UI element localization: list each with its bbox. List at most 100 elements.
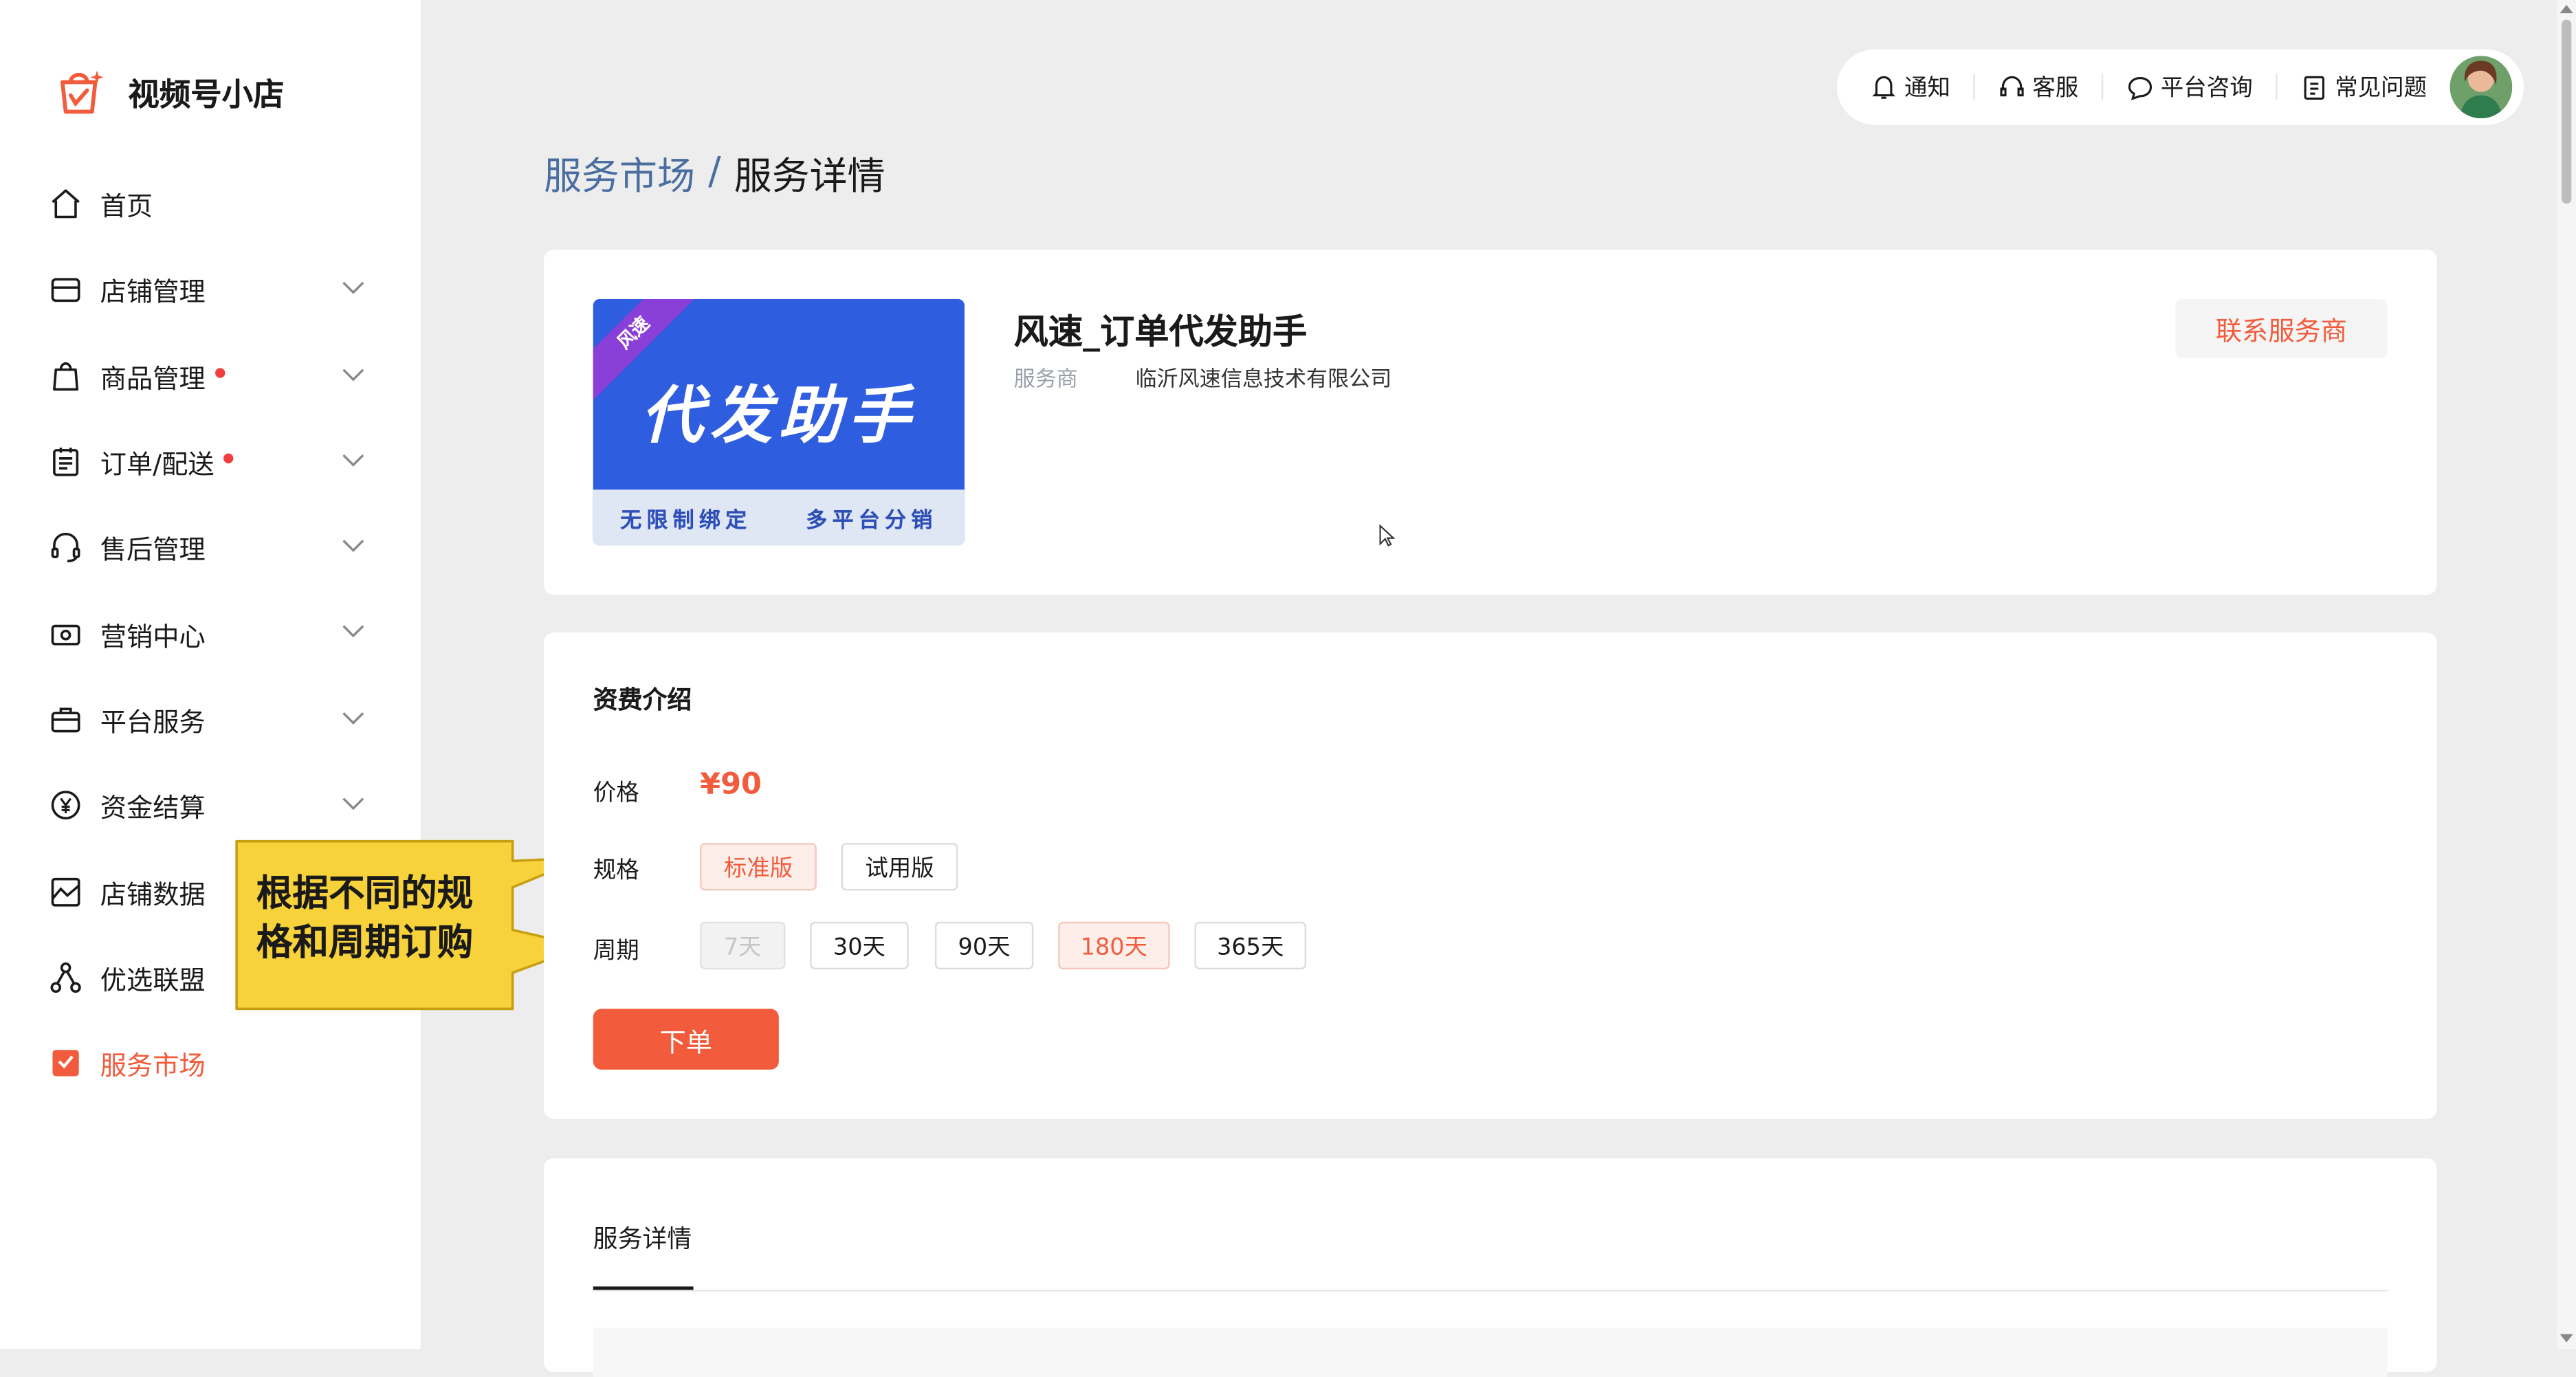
tab-active-indicator bbox=[593, 1286, 694, 1290]
top-toolbar: 通知 客服 平台咨询 常见问题 bbox=[1837, 49, 2524, 125]
section-title: 资费介绍 bbox=[593, 685, 692, 715]
headset-icon bbox=[2000, 75, 2024, 96]
scrollbar-thumb[interactable] bbox=[2562, 19, 2572, 204]
banner-sub-right: 多平台分销 bbox=[806, 508, 938, 533]
sidebar-item-aftersales[interactable]: 售后管理 bbox=[0, 505, 421, 591]
sidebar-item-label: 营销中心 bbox=[100, 620, 206, 652]
store-icon bbox=[49, 274, 82, 307]
sidebar-item-label: 店铺数据 bbox=[100, 878, 206, 910]
tab-divider bbox=[593, 1290, 2388, 1292]
notification-dot bbox=[215, 367, 225, 378]
sidebar-item-label: 店铺管理 bbox=[100, 276, 206, 308]
notification-dot bbox=[224, 453, 234, 464]
chevron-down-icon bbox=[342, 797, 364, 811]
sidebar-item-platform-services[interactable]: 平台服务 bbox=[0, 676, 421, 762]
chevron-down-icon bbox=[342, 368, 364, 381]
shop-logo-icon bbox=[60, 70, 104, 114]
sidebar-item-products[interactable]: 商品管理 bbox=[0, 333, 421, 419]
sidebar-item-home[interactable]: 首页 bbox=[0, 161, 421, 247]
sidebar-item-settlement[interactable]: 资金结算 bbox=[0, 762, 421, 848]
user-avatar-icon bbox=[2450, 56, 2513, 119]
network-icon bbox=[49, 961, 82, 994]
sidebar-item-orders[interactable]: 订单/配送 bbox=[0, 419, 421, 505]
sidebar: 视频号小店 首页 店铺管理 商品管理 订单/配送 售后管理 营销中心 平台服务 … bbox=[0, 0, 421, 1350]
breadcrumb-link[interactable]: 服务市场 bbox=[544, 144, 695, 200]
banner-sub-left: 无限制绑定 bbox=[620, 508, 752, 533]
sidebar-item-label: 资金结算 bbox=[100, 792, 206, 824]
avatar[interactable] bbox=[2450, 56, 2513, 119]
provider-label: 服务商 bbox=[1013, 368, 1078, 393]
pricing-card: 资费介绍 价格 ¥90 规格 标准版 试用版 周期 7天 30天 90天 180… bbox=[544, 632, 2437, 1119]
sidebar-item-label: 订单/配送 bbox=[100, 448, 214, 480]
sidebar-item-label: 平台服务 bbox=[100, 706, 206, 738]
period-option-90d[interactable]: 90天 bbox=[934, 921, 1034, 970]
spec-option-standard[interactable]: 标准版 bbox=[700, 843, 817, 891]
yuan-icon bbox=[49, 789, 82, 822]
scroll-down-arrow-icon[interactable] bbox=[2560, 1334, 2573, 1343]
tab-service-details[interactable]: 服务详情 bbox=[593, 1221, 692, 1255]
divider bbox=[1973, 74, 1975, 100]
details-card: 服务详情 bbox=[544, 1158, 2437, 1377]
service-title: 风速_订单代发助手 bbox=[1013, 312, 1308, 352]
spec-label: 规格 bbox=[593, 857, 639, 884]
chevron-down-icon bbox=[342, 626, 364, 639]
order-button[interactable]: 下单 bbox=[593, 1009, 779, 1070]
details-content bbox=[593, 1328, 2388, 1377]
banner-subtitle: 无限制绑定 多平台分销 bbox=[593, 489, 965, 546]
chat-bubble-icon bbox=[2128, 76, 2153, 100]
brand[interactable]: 视频号小店 bbox=[52, 66, 285, 118]
bell-icon bbox=[1872, 75, 1896, 98]
service-header-card: 风速 代发助手 无限制绑定 多平台分销 风速_订单代发助手 服务商 临沂风速信息… bbox=[544, 250, 2437, 595]
order-list-icon bbox=[49, 445, 82, 478]
period-label: 周期 bbox=[593, 938, 639, 965]
provider-name: 临沂风速信息技术有限公司 bbox=[1135, 368, 1392, 393]
sidebar-item-label: 首页 bbox=[100, 190, 153, 222]
banner-title: 代发助手 bbox=[641, 379, 917, 452]
sidebar-item-label: 售后管理 bbox=[100, 534, 206, 566]
brand-name: 视频号小店 bbox=[128, 76, 285, 113]
mouse-cursor-icon bbox=[1379, 524, 1396, 547]
chevron-down-icon bbox=[342, 454, 364, 467]
period-option-365d[interactable]: 365天 bbox=[1194, 921, 1307, 970]
shopping-bag-icon bbox=[49, 360, 82, 393]
sidebar-item-store[interactable]: 店铺管理 bbox=[0, 247, 421, 333]
faq-button[interactable]: 常见问题 bbox=[2300, 71, 2427, 104]
customer-service-button[interactable]: 客服 bbox=[1998, 71, 2078, 104]
document-icon bbox=[2304, 75, 2325, 99]
scroll-up-arrow-icon[interactable] bbox=[2560, 5, 2573, 14]
home-icon bbox=[49, 188, 82, 221]
sidebar-item-label: 服务市场 bbox=[100, 1050, 206, 1081]
chevron-down-icon bbox=[342, 712, 364, 725]
service-banner: 风速 代发助手 无限制绑定 多平台分销 bbox=[593, 298, 965, 546]
period-option-180d[interactable]: 180天 bbox=[1058, 921, 1170, 970]
sidebar-item-label: 商品管理 bbox=[100, 362, 206, 394]
page-title: 服务详情 bbox=[734, 156, 885, 199]
chevron-down-icon bbox=[342, 540, 364, 553]
sidebar-item-marketing[interactable]: 营销中心 bbox=[0, 591, 421, 676]
sidebar-item-label: 优选联盟 bbox=[100, 964, 206, 995]
divider bbox=[2276, 74, 2278, 100]
callout-annotation: 根据不同的规格和周期订购 bbox=[233, 838, 586, 1012]
headset-icon bbox=[49, 531, 82, 564]
platform-consult-label: 平台咨询 bbox=[2160, 75, 2253, 102]
puzzle-icon bbox=[49, 1047, 82, 1080]
callout-text: 根据不同的规格和周期订购 bbox=[256, 874, 474, 965]
faq-label: 常见问题 bbox=[2335, 75, 2428, 102]
briefcase-icon bbox=[49, 703, 82, 736]
breadcrumb-separator: / bbox=[708, 151, 721, 195]
customer-service-label: 客服 bbox=[2032, 75, 2079, 102]
scrollbar[interactable] bbox=[2556, 0, 2576, 1350]
sidebar-item-service-market[interactable]: 服务市场 bbox=[0, 1020, 421, 1106]
price-label: 价格 bbox=[593, 780, 639, 807]
breadcrumb: 服务市场 / 服务详情 bbox=[544, 144, 885, 200]
contact-provider-button[interactable]: 联系服务商 bbox=[2175, 298, 2388, 359]
ticket-icon bbox=[49, 617, 82, 650]
platform-consult-button[interactable]: 平台咨询 bbox=[2126, 71, 2253, 104]
notify-label: 通知 bbox=[1904, 75, 1950, 102]
divider bbox=[2101, 74, 2104, 100]
period-option-30d[interactable]: 30天 bbox=[810, 921, 909, 970]
spec-option-trial[interactable]: 试用版 bbox=[841, 843, 958, 891]
chart-image-icon bbox=[49, 875, 82, 908]
notify-button[interactable]: 通知 bbox=[1870, 71, 1950, 104]
period-option-7d[interactable]: 7天 bbox=[700, 921, 786, 970]
